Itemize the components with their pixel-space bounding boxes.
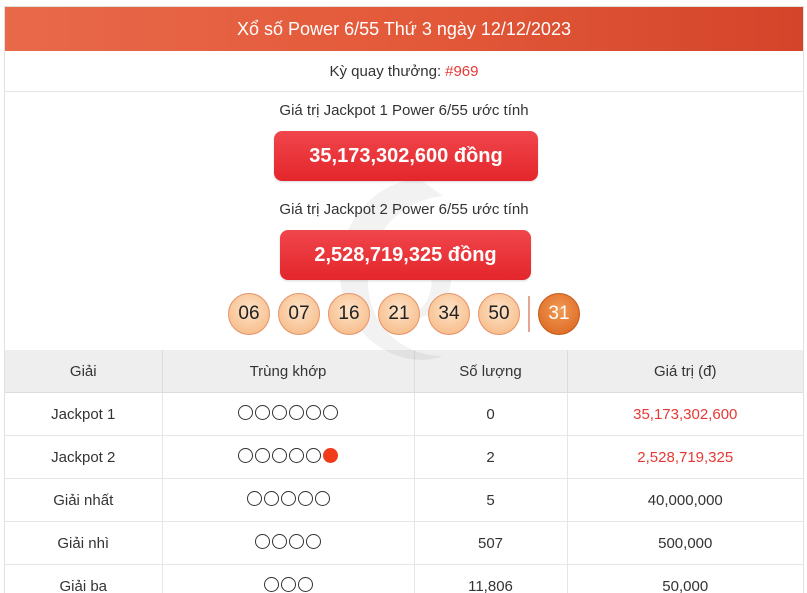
match-circles <box>255 533 321 549</box>
prize-name: Giải nhì <box>5 521 163 565</box>
prize-value: 50,000 <box>567 564 803 593</box>
match-cell <box>162 521 415 565</box>
prize-value: 2,528,719,325 <box>567 435 803 479</box>
match-cell <box>162 478 415 522</box>
match-circle-icon <box>272 404 287 420</box>
match-circle-icon <box>289 404 304 420</box>
prize-table: Giải Trùng khớp Số lượng Giá trị (đ) Jac… <box>5 350 803 593</box>
match-circle-icon <box>297 490 313 506</box>
power-ball: 31 <box>538 293 580 335</box>
match-circles <box>263 576 313 592</box>
winner-count: 5 <box>414 478 568 522</box>
jackpot2-label: Giá trị Jackpot 2 Power 6/55 ước tính <box>279 201 529 218</box>
prize-name: Giải nhất <box>5 478 163 522</box>
match-circle-icon <box>289 533 304 549</box>
result-title: Xổ số Power 6/55 Thứ 3 ngày 12/12/2023 <box>237 18 571 39</box>
match-circle-icon <box>289 447 304 463</box>
match-circles <box>238 404 338 420</box>
table-row: Jackpot 1 0 35,173,302,600 <box>5 392 803 436</box>
winning-numbers: 06 07 16 21 34 50 31 <box>5 292 803 336</box>
prize-value: 500,000 <box>567 521 803 565</box>
result-header: Xổ số Power 6/55 Thứ 3 ngày 12/12/2023 <box>5 7 803 51</box>
winner-count: 0 <box>414 392 568 436</box>
match-circles <box>246 490 330 506</box>
prize-value: 40,000,000 <box>567 478 803 522</box>
prize-name: Giải ba <box>5 564 163 593</box>
winning-ball: 06 <box>228 293 270 335</box>
table-row: Giải nhì 507 500,000 <box>5 521 803 565</box>
table-row: Giải ba 11,806 50,000 <box>5 564 803 593</box>
winning-ball: 07 <box>278 293 320 335</box>
winning-ball: 50 <box>478 293 520 335</box>
col-prize: Giải <box>5 350 163 393</box>
match-cell <box>162 435 415 479</box>
match-cell <box>162 392 415 436</box>
draw-label: Kỳ quay thưởng: <box>329 62 442 80</box>
prize-name: Jackpot 2 <box>5 435 163 479</box>
draw-info: Kỳ quay thưởng: #969 <box>5 51 803 92</box>
prize-table-header: Giải Trùng khớp Số lượng Giá trị (đ) <box>5 350 803 393</box>
table-row: Giải nhất 5 40,000,000 <box>5 478 803 522</box>
match-circle-icon <box>238 404 253 420</box>
col-match: Trùng khớp <box>162 350 415 393</box>
winner-count: 507 <box>414 521 568 565</box>
match-circle-icon <box>255 447 270 463</box>
match-circle-icon <box>297 576 313 592</box>
match-circle-icon <box>272 447 287 463</box>
col-value: Giá trị (đ) <box>567 350 803 393</box>
match-circle-icon <box>280 490 296 506</box>
draw-number-link[interactable]: #969 <box>445 63 478 80</box>
match-cell <box>162 564 415 593</box>
winning-ball: 21 <box>378 293 420 335</box>
jackpot2-value: 2,528,719,325 đồng <box>314 243 497 266</box>
match-circle-icon <box>263 490 279 506</box>
match-circle-icon <box>263 576 279 592</box>
match-circles <box>238 447 338 463</box>
winner-count: 11,806 <box>414 564 568 593</box>
prize-name: Jackpot 1 <box>5 392 163 436</box>
table-row: Jackpot 2 2 2,528,719,325 <box>5 435 803 479</box>
match-circle-icon <box>246 490 262 506</box>
winning-ball: 34 <box>428 293 470 335</box>
lottery-result-card: Xổ số Power 6/55 Thứ 3 ngày 12/12/2023 K… <box>4 6 804 593</box>
match-circle-icon <box>255 404 270 420</box>
match-circle-icon <box>280 576 296 592</box>
power-divider <box>528 296 530 332</box>
winner-count: 2 <box>414 435 568 479</box>
match-circle-icon <box>323 404 338 420</box>
power-match-circle-icon <box>323 447 338 463</box>
match-circle-icon <box>272 533 287 549</box>
match-circle-icon <box>306 404 321 420</box>
col-count: Số lượng <box>414 350 568 393</box>
match-circle-icon <box>306 447 321 463</box>
jackpot-area: Giá trị Jackpot 1 Power 6/55 ước tính 35… <box>5 92 803 360</box>
match-circle-icon <box>314 490 330 506</box>
prize-value: 35,173,302,600 <box>567 392 803 436</box>
jackpot1-label: Giá trị Jackpot 1 Power 6/55 ước tính <box>279 102 529 119</box>
winning-ball: 16 <box>328 293 370 335</box>
match-circle-icon <box>306 533 321 549</box>
jackpot1-value: 35,173,302,600 đồng <box>309 144 503 167</box>
jackpot2-value-box: 2,528,719,325 đồng <box>280 230 531 280</box>
match-circle-icon <box>255 533 270 549</box>
jackpot1-value-box: 35,173,302,600 đồng <box>274 131 538 181</box>
match-circle-icon <box>238 447 253 463</box>
